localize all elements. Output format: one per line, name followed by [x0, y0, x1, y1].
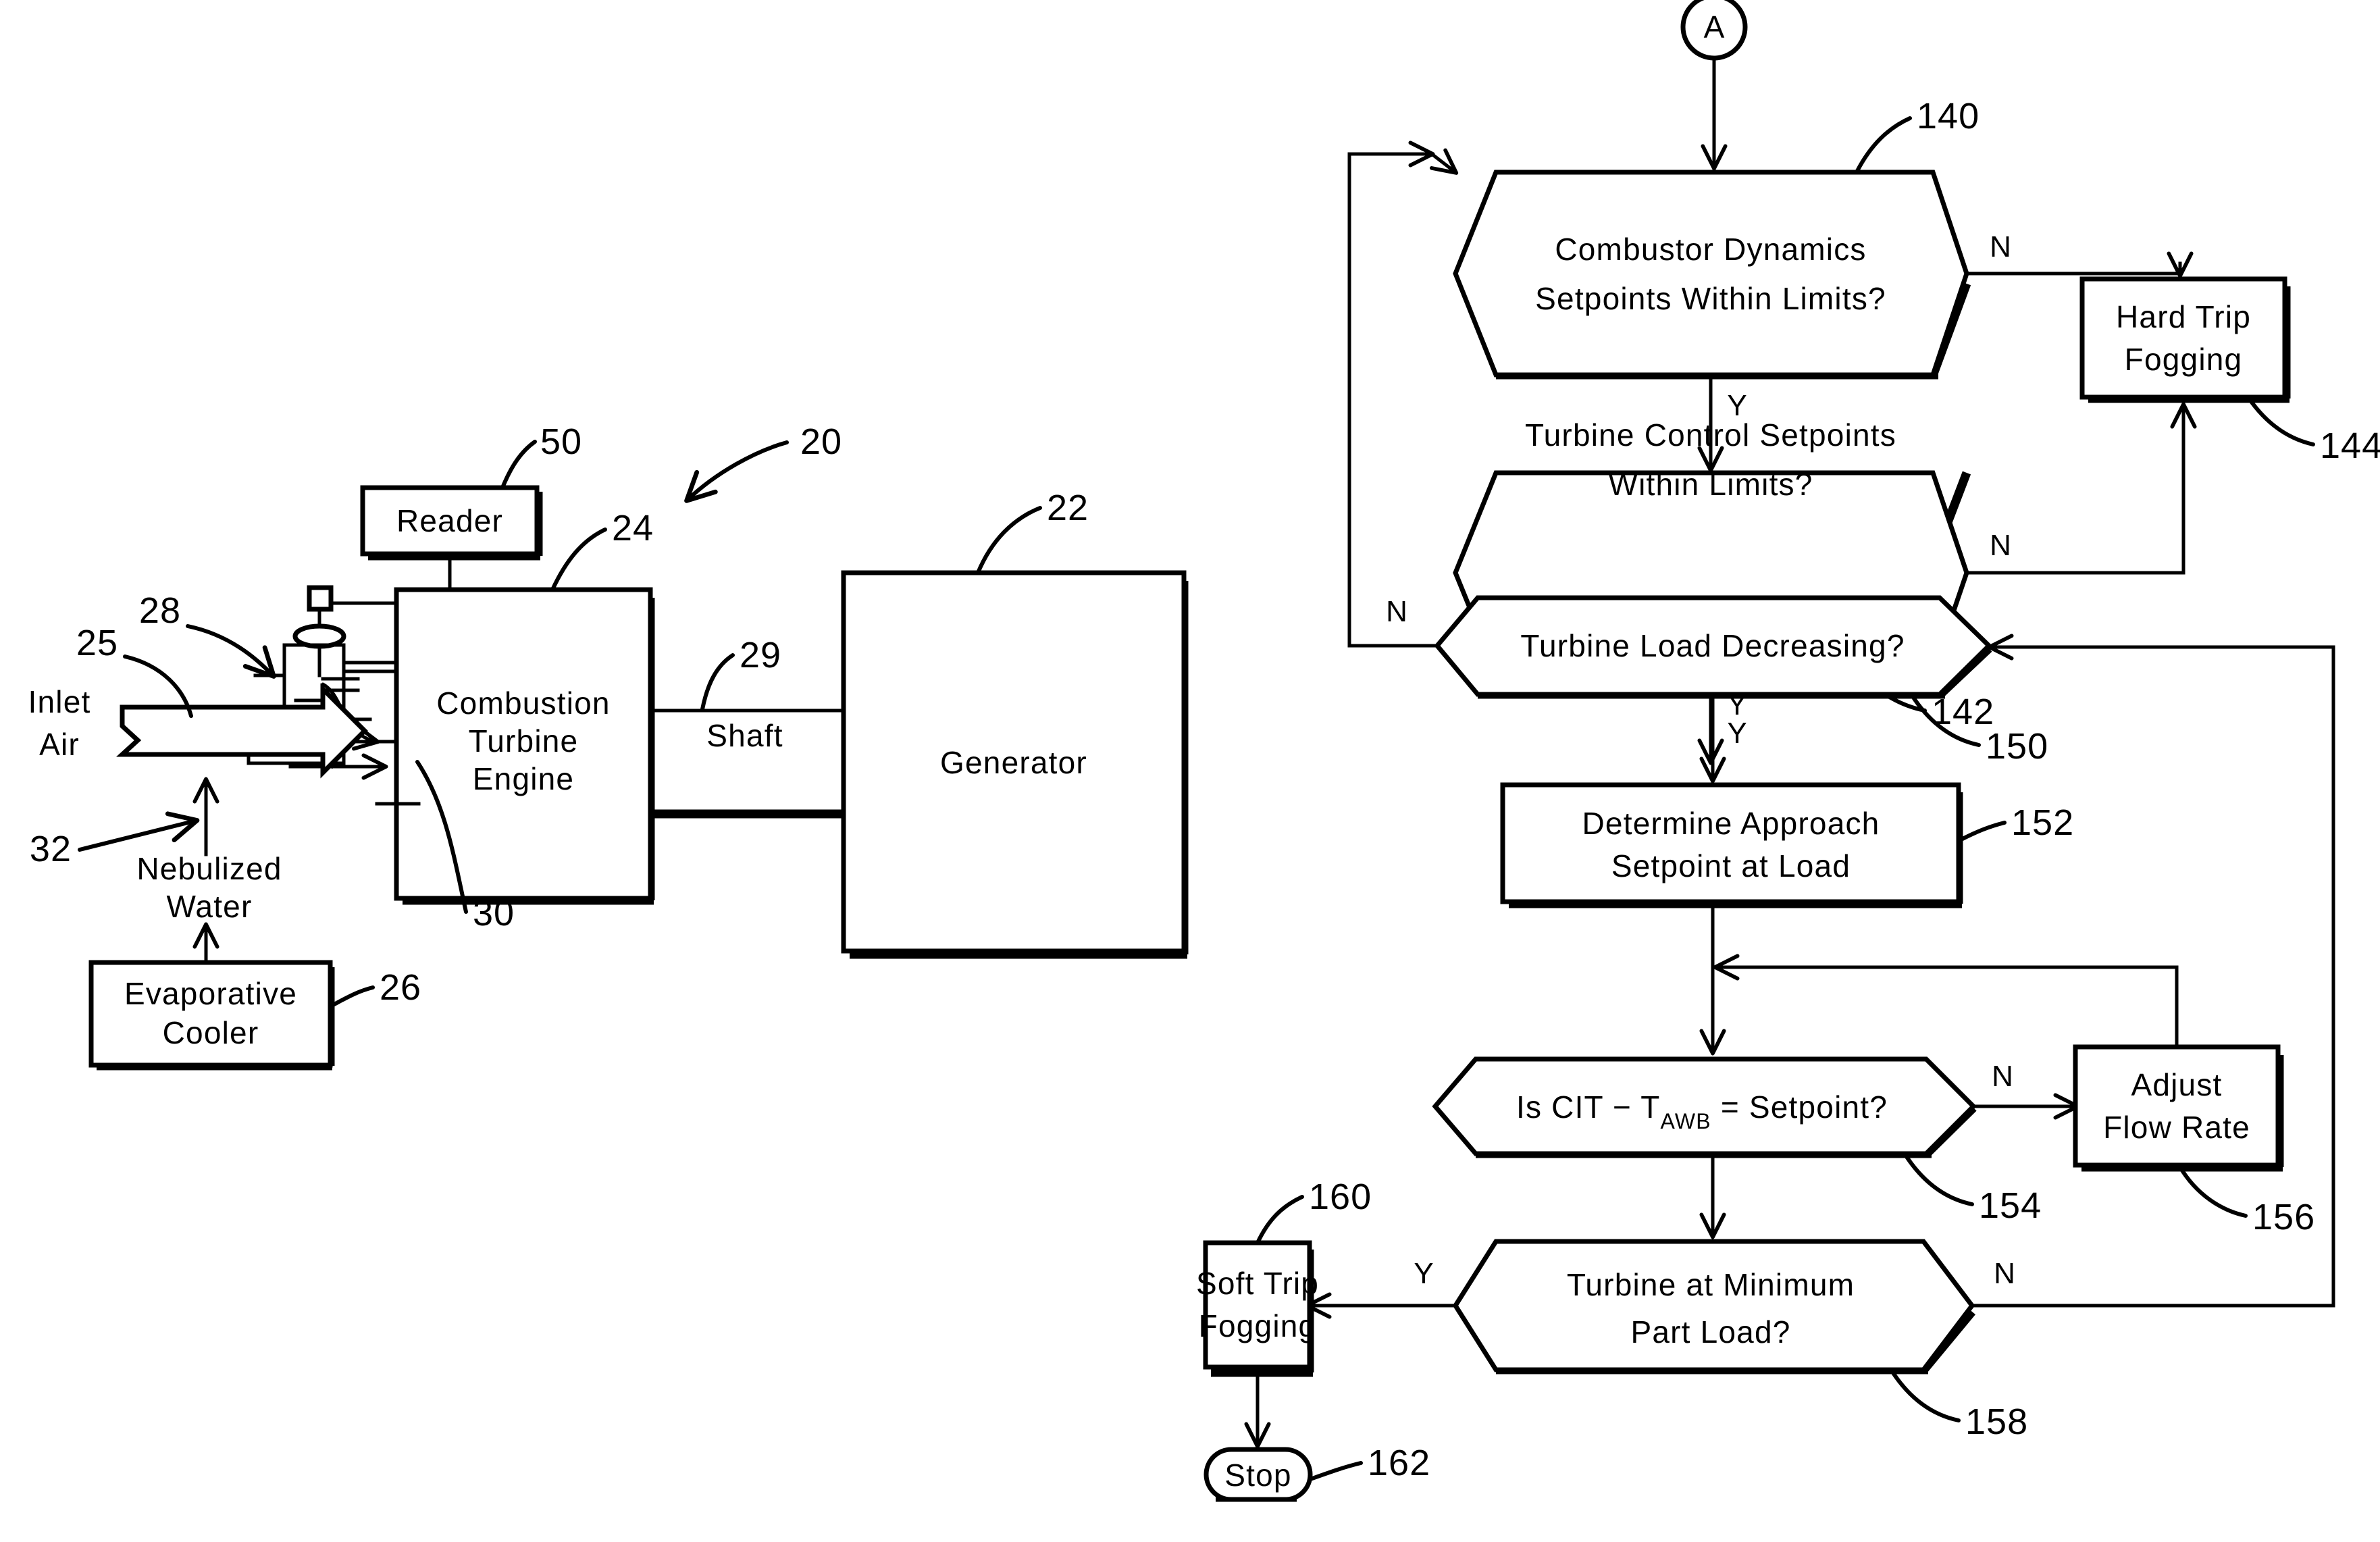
node-162-ref-label: 162 — [1368, 1443, 1430, 1483]
engine-label-line1: Combustion — [436, 686, 610, 721]
node-144-ref-label: 144 — [2320, 426, 2380, 466]
edge-150-no-feedback — [1347, 140, 1439, 648]
node-140-no-label: N — [1990, 230, 2011, 263]
evaporative-cooler-label-line2: Cooler — [163, 1015, 259, 1050]
node-152-ref-label: 152 — [2011, 802, 2074, 843]
node-162-ref-leader — [1308, 1461, 1363, 1481]
node-160-text-line1: Soft Trip — [1196, 1266, 1319, 1301]
node-144-ref-leader — [2247, 396, 2315, 446]
node-158-ref-label: 158 — [1965, 1402, 2028, 1442]
reader-ref-50-label: 50 — [540, 421, 582, 462]
system-ref-20-label: 20 — [800, 421, 842, 462]
cooler-ref-26-leader — [328, 985, 375, 1008]
node-140-text-line2: Setpoints Within Limits? — [1535, 281, 1886, 316]
node-158-yes-label: Y — [1414, 1257, 1433, 1290]
node-156-text-line1: Adjust — [2131, 1067, 2222, 1102]
inlet-air-arrow-icon — [115, 683, 368, 779]
node-140-shape — [1453, 170, 1971, 380]
shaft-ref-29-leader — [700, 653, 735, 711]
cooler-ref-26-label: 26 — [380, 967, 421, 1008]
edge-150-no-into-140 — [1429, 148, 1459, 175]
skid-ref-28-label: 28 — [139, 590, 181, 631]
node-144-text-line1: Hard Trip — [2116, 299, 2251, 334]
node-158-text-line1: Turbine at Minimum — [1567, 1267, 1855, 1302]
node-154-text-prefix: Is CIT − T — [1516, 1089, 1661, 1125]
left-system-diagram: 20 Reader 50 28 Inlet Air 25 Nebulized W… — [28, 421, 1189, 1071]
node-154-ref-label: 154 — [1979, 1185, 2042, 1226]
node-154-ref-leader — [1903, 1152, 1974, 1206]
node-158-shape — [1452, 1239, 1976, 1374]
node-160-ref-leader — [1256, 1195, 1304, 1245]
node-158-ref-leader — [1889, 1368, 1961, 1422]
node-140-ref-label: 140 — [1917, 96, 1980, 136]
patent-figure: 20 Reader 50 28 Inlet Air 25 Nebulized W… — [0, 0, 2380, 1542]
node-144-text-line2: Fogging — [2125, 342, 2243, 377]
generator-label: Generator — [940, 745, 1087, 780]
node-152-shape — [1500, 782, 1963, 908]
inlet-air-label-line1: Inlet — [28, 684, 91, 719]
node-142-text-line1: Turbine Control Setpoints — [1525, 417, 1896, 453]
node-150-ref-label: 150 — [1986, 726, 2048, 767]
nebulized-water-ref-32-leader — [78, 811, 200, 852]
nebulized-water-ref-32-label: 32 — [30, 829, 72, 869]
reader-ref-50-leader — [500, 440, 537, 490]
engine-ref-24-label: 24 — [612, 508, 654, 548]
node-150-yes-label: Y — [1727, 717, 1747, 750]
engine-inlet-ref-30-label: 30 — [473, 893, 515, 933]
sensor-square-icon — [307, 585, 334, 612]
node-156-ref-leader — [2178, 1165, 2248, 1218]
node-142-no-label: N — [1990, 529, 2011, 562]
reader-label: Reader — [396, 503, 503, 538]
node-152-text-line2: Setpoint at Load — [1611, 848, 1851, 883]
node-150-no-label: N — [1386, 595, 1407, 628]
engine-label-line2: Turbine — [469, 723, 579, 759]
shaft-label: Shaft — [706, 718, 783, 753]
node-150-text-line1: Turbine Load Decreasing? — [1520, 628, 1905, 663]
edge-156-feedback — [1754, 965, 2179, 1049]
node-158-text-line2: Part Load? — [1630, 1314, 1790, 1350]
figure-canvas: 20 Reader 50 28 Inlet Air 25 Nebulized W… — [28, 0, 2380, 1502]
generator-ref-22-leader — [976, 506, 1042, 575]
node-160-shape — [1203, 1240, 1314, 1377]
node-140-ref-leader — [1855, 116, 1912, 173]
node-156-shape — [2073, 1044, 2284, 1172]
skid-ref-28-leader — [186, 624, 276, 679]
right-flowchart: A Combustor Dynamics Setpoints Within Li… — [1196, 0, 2380, 1502]
node-154-no-label: N — [1992, 1060, 2013, 1093]
shaft-ref-29-label: 29 — [740, 635, 781, 675]
node-154-text-sub: AWB — [1661, 1109, 1711, 1133]
node-140-text-line1: Combustor Dynamics — [1555, 232, 1866, 267]
engine-ref-24-leader — [550, 528, 607, 592]
nebulized-water-label-line1: Nebulized — [136, 851, 282, 886]
connector-a-label: A — [1704, 9, 1725, 45]
evaporative-cooler-label-line1: Evaporative — [124, 976, 297, 1011]
node-154-text-suffix: = Setpoint? — [1711, 1089, 1888, 1125]
generator-ref-22-label: 22 — [1047, 488, 1089, 528]
node-152-ref-leader — [1957, 821, 2007, 843]
node-156-text-line2: Flow Rate — [2103, 1110, 2250, 1145]
node-144-shape — [2079, 276, 2291, 403]
node-142-text-line2: Within Limits? — [1608, 467, 1813, 502]
engine-label-line3: Engine — [473, 761, 574, 796]
node-162-text-line1: Stop — [1224, 1458, 1291, 1493]
inlet-air-label-line2: Air — [39, 727, 80, 762]
node-160-text-line2: Fogging — [1199, 1308, 1317, 1343]
inlet-air-ref-25-label: 25 — [76, 623, 118, 663]
node-160-ref-label: 160 — [1309, 1177, 1372, 1217]
node-152-text-line1: Determine Approach — [1582, 806, 1880, 841]
node-158-no-label: N — [1994, 1257, 2015, 1290]
node-156-ref-label: 156 — [2252, 1197, 2315, 1237]
edge-140-no-h — [1965, 267, 2182, 276]
nebulized-water-label-line2: Water — [167, 889, 253, 924]
system-ref-20-leader — [684, 440, 789, 503]
